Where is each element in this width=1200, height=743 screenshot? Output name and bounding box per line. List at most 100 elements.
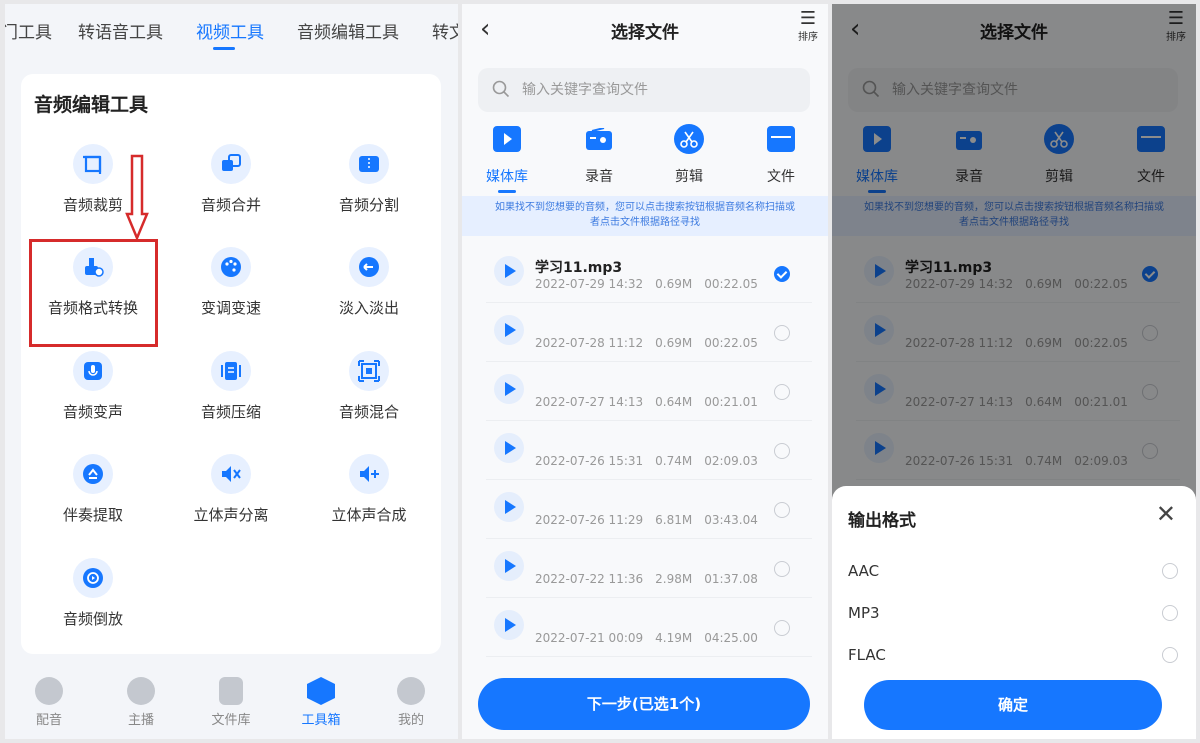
merge-icon — [211, 144, 251, 184]
tab-audio-edit[interactable]: 音频编辑工具 — [297, 18, 399, 43]
sort-label: 排序 — [798, 32, 818, 43]
file-date: 2022-07-26 15:31 — [535, 454, 644, 468]
select-radio[interactable] — [774, 325, 790, 341]
confirm-button[interactable]: 确定 — [864, 680, 1162, 730]
tool-label: 音频变声 — [62, 403, 123, 421]
category-tabs: 媒体库 录音 剪辑 文件 — [462, 124, 828, 194]
format-radio[interactable] — [1162, 605, 1178, 621]
select-radio[interactable] — [774, 620, 790, 636]
nav-profile[interactable]: 我的 — [381, 677, 441, 728]
file-row[interactable]: 学习11.mp3 2022-07-29 14:32 0.69M 00:22.05 — [486, 244, 812, 303]
file-size: 2.98M — [655, 572, 693, 586]
format-option-mp3[interactable]: MP3 — [848, 600, 1178, 630]
nav-toolbox[interactable]: 工具箱 — [291, 677, 351, 728]
search-icon — [492, 80, 510, 98]
format-radio[interactable] — [1162, 563, 1178, 579]
file-date: 2022-07-26 11:29 — [535, 513, 644, 527]
tool-split[interactable]: 音频分割 — [299, 144, 439, 244]
category-recording[interactable]: 录音 — [564, 124, 634, 186]
tool-compress[interactable]: 音频压缩 — [161, 351, 301, 451]
file-row[interactable]: 2022-07-26 15:31 0.74M 02:09.03 — [486, 421, 812, 480]
format-option-label: AAC — [848, 562, 880, 580]
file-row[interactable]: 2022-07-28 11:12 0.69M 00:22.05 — [486, 303, 812, 362]
file-date: 2022-07-28 11:12 — [535, 336, 644, 350]
file-duration: 01:37.08 — [704, 572, 758, 586]
play-icon[interactable] — [494, 610, 524, 640]
file-row[interactable]: 2022-07-21 00:09 4.19M 04:25.00 — [486, 598, 812, 657]
sort-button[interactable]: ☰ 排序 — [798, 10, 818, 44]
format-radio[interactable] — [1162, 647, 1178, 663]
speaker-add-icon — [349, 454, 389, 494]
category-label: 录音 — [585, 169, 613, 185]
tool-mix[interactable]: 音频混合 — [299, 351, 439, 451]
tab-partial-left[interactable]: 门工具 — [5, 18, 52, 43]
tab-video[interactable]: 视频工具 — [196, 18, 264, 43]
tool-merge[interactable]: 音频合并 — [161, 144, 301, 244]
file-row[interactable]: 2022-07-27 14:13 0.64M 00:21.01 — [486, 362, 812, 421]
play-icon[interactable] — [494, 492, 524, 522]
tool-reverse[interactable]: 音频倒放 — [23, 558, 163, 658]
tool-speaker-split[interactable]: 立体声分离 — [161, 454, 301, 554]
category-label: 文件 — [767, 169, 795, 185]
file-duration: 03:43.04 — [704, 513, 758, 527]
nav-anchor-label: 主播 — [127, 713, 154, 728]
sheet-title: 输出格式 — [848, 511, 916, 531]
tool-label: 音频分割 — [338, 196, 399, 214]
file-size: 0.69M — [655, 277, 693, 291]
page-title: 选择文件 — [611, 23, 679, 43]
select-radio[interactable] — [774, 384, 790, 400]
file-date: 2022-07-21 00:09 — [535, 631, 644, 645]
select-radio[interactable] — [774, 561, 790, 577]
tool-label: 变调变速 — [200, 299, 261, 317]
play-icon[interactable] — [494, 256, 524, 286]
category-label: 剪辑 — [675, 169, 703, 185]
file-meta: 2022-07-21 00:09 4.19M 04:25.00 — [535, 631, 770, 645]
select-radio[interactable] — [774, 266, 790, 282]
file-size: 0.69M — [655, 336, 693, 350]
format-option-flac[interactable]: FLAC — [848, 642, 1178, 672]
tool-microphone[interactable]: 音频变声 — [23, 351, 163, 451]
compress-icon — [211, 351, 251, 391]
nav-dub[interactable]: 配音 — [19, 677, 79, 728]
nav-profile-label: 我的 — [397, 713, 424, 728]
tool-speaker-add[interactable]: 立体声合成 — [299, 454, 439, 554]
tool-extract[interactable]: 伴奏提取 — [23, 454, 163, 554]
file-row[interactable]: 2022-07-22 11:36 2.98M 01:37.08 — [486, 539, 812, 598]
tool-label: 立体声合成 — [331, 506, 407, 524]
file-meta: 2022-07-28 11:12 0.69M 00:22.05 — [535, 336, 770, 350]
tools-screen: 门工具 转语音工具 视频工具 音频编辑工具 转文 音频编辑工具 音频裁剪 音频合并… — [5, 4, 458, 739]
category-files[interactable]: 文件 — [746, 124, 816, 186]
active-category-indicator — [498, 190, 516, 193]
highlight-box-annotation — [29, 239, 158, 347]
tool-palette[interactable]: 变调变速 — [161, 247, 301, 347]
play-icon[interactable] — [494, 374, 524, 404]
palette-icon — [211, 247, 251, 287]
play-icon[interactable] — [494, 433, 524, 463]
select-radio[interactable] — [774, 443, 790, 459]
play-icon[interactable] — [494, 315, 524, 345]
hint-banner: 如果找不到您想要的音频，您可以点击搜索按钮根据音频名称扫描或者点击文件根据路径寻… — [462, 196, 828, 236]
play-icon[interactable] — [494, 551, 524, 581]
tool-fade[interactable]: 淡入淡出 — [299, 247, 439, 347]
category-media-library[interactable]: 媒体库 — [472, 124, 542, 186]
file-meta: 2022-07-26 15:31 0.74M 02:09.03 — [535, 454, 770, 468]
close-icon[interactable]: ✕ — [1156, 500, 1176, 528]
nav-files[interactable]: 文件库 — [201, 677, 261, 728]
search-bar[interactable] — [478, 68, 810, 112]
format-option-label: FLAC — [848, 646, 886, 664]
tab-speech[interactable]: 转语音工具 — [78, 18, 163, 43]
file-duration: 00:21.01 — [704, 395, 758, 409]
nav-anchor[interactable]: 主播 — [111, 677, 171, 728]
search-input[interactable] — [522, 68, 762, 112]
file-row[interactable]: 2022-07-26 11:29 6.81M 03:43.04 — [486, 480, 812, 539]
mix-icon — [349, 351, 389, 391]
file-meta: 2022-07-27 14:13 0.64M 00:21.01 — [535, 395, 770, 409]
bottom-navigation: 配音 主播 文件库 工具箱 我的 — [5, 669, 458, 739]
format-option-aac[interactable]: AAC — [848, 558, 1178, 588]
next-step-button[interactable]: 下一步(已选1个) — [478, 678, 810, 730]
file-meta: 2022-07-29 14:32 0.69M 00:22.05 — [535, 277, 770, 291]
select-radio[interactable] — [774, 502, 790, 518]
category-edit[interactable]: 剪辑 — [654, 124, 724, 186]
tab-partial-right[interactable]: 转文 — [432, 18, 458, 43]
file-size: 6.81M — [655, 513, 693, 527]
